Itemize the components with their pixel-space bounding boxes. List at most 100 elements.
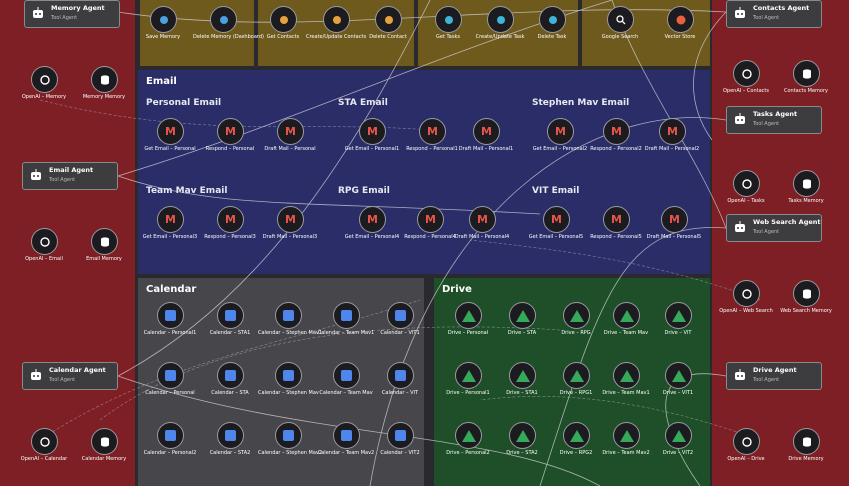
create-update-contacts-node[interactable]: Create/Update Contacts [306, 6, 366, 52]
memory-agent-node[interactable]: Memory Agent Tool Agent [24, 0, 120, 28]
calendar-sta2-node[interactable]: Calendar – STA2 [200, 422, 260, 468]
respond-personal3-node[interactable]: M Respond – Personal3 [200, 206, 260, 252]
agent-subtitle: Tool Agent [51, 15, 78, 21]
draft-mail-personal-node[interactable]: M Draft Mail – Personal [260, 118, 320, 164]
delete-contact-node[interactable]: Delete Contact [358, 6, 418, 52]
calendar-memory-node[interactable]: Calendar Memory [74, 428, 134, 474]
respond-personal2-node[interactable]: M Respond – Personal2 [586, 118, 646, 164]
google-drive-icon [461, 369, 476, 382]
openai-contacts-node[interactable]: OpenAI – Contacts [716, 60, 776, 106]
calendar-stephen-mav1-node[interactable]: Calendar – Stephen Mav1 [258, 302, 322, 348]
drive-vit1-node[interactable]: Drive – VIT1 [648, 362, 708, 408]
drive-vit-node[interactable]: Drive – VIT [648, 302, 708, 348]
email-memory-node[interactable]: Email Memory [74, 228, 134, 274]
memory-memory-node[interactable]: Memory Memory [74, 66, 134, 112]
agent-subtitle: Tool Agent [753, 121, 780, 127]
node-label: Draft Mail – Personal [264, 146, 316, 152]
web-search-agent-node[interactable]: Web Search Agent Tool Agent [726, 214, 822, 242]
calendar-personal-node[interactable]: Calendar – Personal [140, 362, 200, 408]
calendar-icon [341, 310, 352, 321]
draft-mail-personal3-node[interactable]: M Draft Mail – Personal3 [260, 206, 320, 252]
drive-sta1-node[interactable]: Drive – STA1 [492, 362, 552, 408]
drive-team-mav2-node[interactable]: Drive – Team Mav2 [596, 422, 656, 468]
calendar-icon [395, 310, 406, 321]
websearch-memory-node[interactable]: Web Search Memory [776, 280, 836, 326]
calendar-personal2-node[interactable]: Calendar – Personal2 [140, 422, 200, 468]
tool-icon [159, 15, 168, 24]
calendar-team-mav-node[interactable]: Calendar – Team Mav [316, 362, 376, 408]
calendar-agent-node[interactable]: Calendar Agent Tool Agent [22, 362, 118, 390]
calendar-icon [341, 370, 352, 381]
tool-icon [219, 15, 228, 24]
draft-mail-personal5-node[interactable]: M Draft Mail – Personal5 [644, 206, 704, 252]
respond-personal5-node[interactable]: M Respond – Personal5 [586, 206, 646, 252]
get-email-personal4-node[interactable]: M Get Email – Personal4 [342, 206, 402, 252]
calendar-vit-node[interactable]: Calendar – VIT [370, 362, 430, 408]
calendar-sta-node[interactable]: Calendar – STA [200, 362, 260, 408]
node-label: Web Search Memory [780, 308, 832, 314]
calendar-team-mav1-node[interactable]: Calendar – Team Mav1 [316, 302, 376, 348]
calendar-sta1-node[interactable]: Calendar – STA1 [200, 302, 260, 348]
drive-team-mav-node[interactable]: Drive – Team Mav [596, 302, 656, 348]
calendar-personal1-node[interactable]: Calendar – Personal1 [140, 302, 200, 348]
vector-store-node[interactable]: Vector Store [650, 6, 710, 52]
openai-tasks-node[interactable]: OpenAI – Tasks [716, 170, 776, 216]
respond-personal4-node[interactable]: M Respond – Personal4 [400, 206, 460, 252]
node-label: Draft Mail – Personal2 [644, 146, 700, 152]
draft-mail-personal4-node[interactable]: M Draft Mail – Personal4 [452, 206, 512, 252]
get-email-personal3-node[interactable]: M Get Email – Personal3 [140, 206, 200, 252]
delete-task-node[interactable]: Delete Task [522, 6, 582, 52]
drive-sta2-node[interactable]: Drive – STA2 [492, 422, 552, 468]
node-label: OpenAI – Web Search [719, 308, 773, 314]
openai-calendar-node[interactable]: OpenAI – Calendar [14, 428, 74, 474]
calendar-icon [395, 430, 406, 441]
node-label: Vector Store [664, 34, 696, 40]
calendar-stephen-mav-node[interactable]: Calendar – Stephen Mav [258, 362, 319, 408]
calendar-team-mav2-node[interactable]: Calendar – Team Mav2 [316, 422, 376, 468]
contacts-memory-node[interactable]: Contacts Memory [776, 60, 836, 106]
get-email-personal2-node[interactable]: M Get Email – Personal2 [530, 118, 590, 164]
google-search-node[interactable]: Google Search [590, 6, 650, 52]
search-icon [615, 14, 625, 24]
draft-mail-personal1-node[interactable]: M Draft Mail – Personal1 [456, 118, 516, 164]
drive-personal1-node[interactable]: Drive – Personal1 [438, 362, 498, 408]
tasks-agent-node[interactable]: Tasks Agent Tool Agent [726, 106, 822, 134]
drive-memory-node[interactable]: Drive Memory [776, 428, 836, 474]
respond-personal1-node[interactable]: M Respond – Personal1 [402, 118, 462, 164]
drive-sta-node[interactable]: Drive – STA [492, 302, 552, 348]
get-email-personal1-node[interactable]: M Get Email – Personal1 [342, 118, 402, 164]
openai-email-node[interactable]: OpenAI – Email [14, 228, 74, 274]
delete-memory-node[interactable]: Delete Memory (Dashboard) [193, 6, 264, 52]
openai-websearch-node[interactable]: OpenAI – Web Search [716, 280, 776, 326]
get-tasks-node[interactable]: Get Tasks [418, 6, 478, 52]
openai-drive-node[interactable]: OpenAI – Drive [716, 428, 776, 474]
drive-agent-node[interactable]: Drive Agent Tool Agent [726, 362, 822, 390]
node-label: Create/Update Contacts [306, 34, 367, 40]
node-label: Calendar – Team Mav2 [317, 450, 375, 456]
draft-mail-personal2-node[interactable]: M Draft Mail – Personal2 [642, 118, 702, 164]
node-label: Respond – Personal1 [406, 146, 458, 152]
drive-vit2-node[interactable]: Drive – VIT2 [648, 422, 708, 468]
save-memory-node[interactable]: Save Memory [133, 6, 193, 52]
calendar-vit2-node[interactable]: Calendar – VIT2 [370, 422, 430, 468]
contacts-agent-node[interactable]: Contacts Agent Tool Agent [726, 0, 822, 28]
calendar-vit1-node[interactable]: Calendar – VIT1 [370, 302, 430, 348]
get-contacts-node[interactable]: Get Contacts [253, 6, 313, 52]
node-label: Drive – Team Mav1 [602, 390, 650, 396]
drive-personal2-node[interactable]: Drive – Personal2 [438, 422, 498, 468]
node-label: Drive – STA2 [506, 450, 538, 456]
drive-team-mav1-node[interactable]: Drive – Team Mav1 [596, 362, 656, 408]
tasks-memory-node[interactable]: Tasks Memory [776, 170, 836, 216]
calendar-stephen-mav2-node[interactable]: Calendar – Stephen Mav2 [258, 422, 322, 468]
drive-section-title: Drive [442, 284, 472, 295]
create-update-task-node[interactable]: Create/Update Task [470, 6, 530, 52]
respond-personal-node[interactable]: M Respond – Personal [200, 118, 260, 164]
node-label: Drive – VIT2 [662, 450, 694, 456]
node-label: Calendar – Team Mav [319, 390, 373, 396]
get-email-personal5-node[interactable]: M Get Email – Personal5 [526, 206, 586, 252]
openai-memory-node[interactable]: OpenAI – Memory [14, 66, 74, 112]
get-email-personal-node[interactable]: M Get Email – Personal [140, 118, 200, 164]
node-label: Email Memory [86, 256, 122, 262]
drive-personal-node[interactable]: Drive – Personal [438, 302, 498, 348]
email-agent-node[interactable]: Email Agent Tool Agent [22, 162, 118, 190]
